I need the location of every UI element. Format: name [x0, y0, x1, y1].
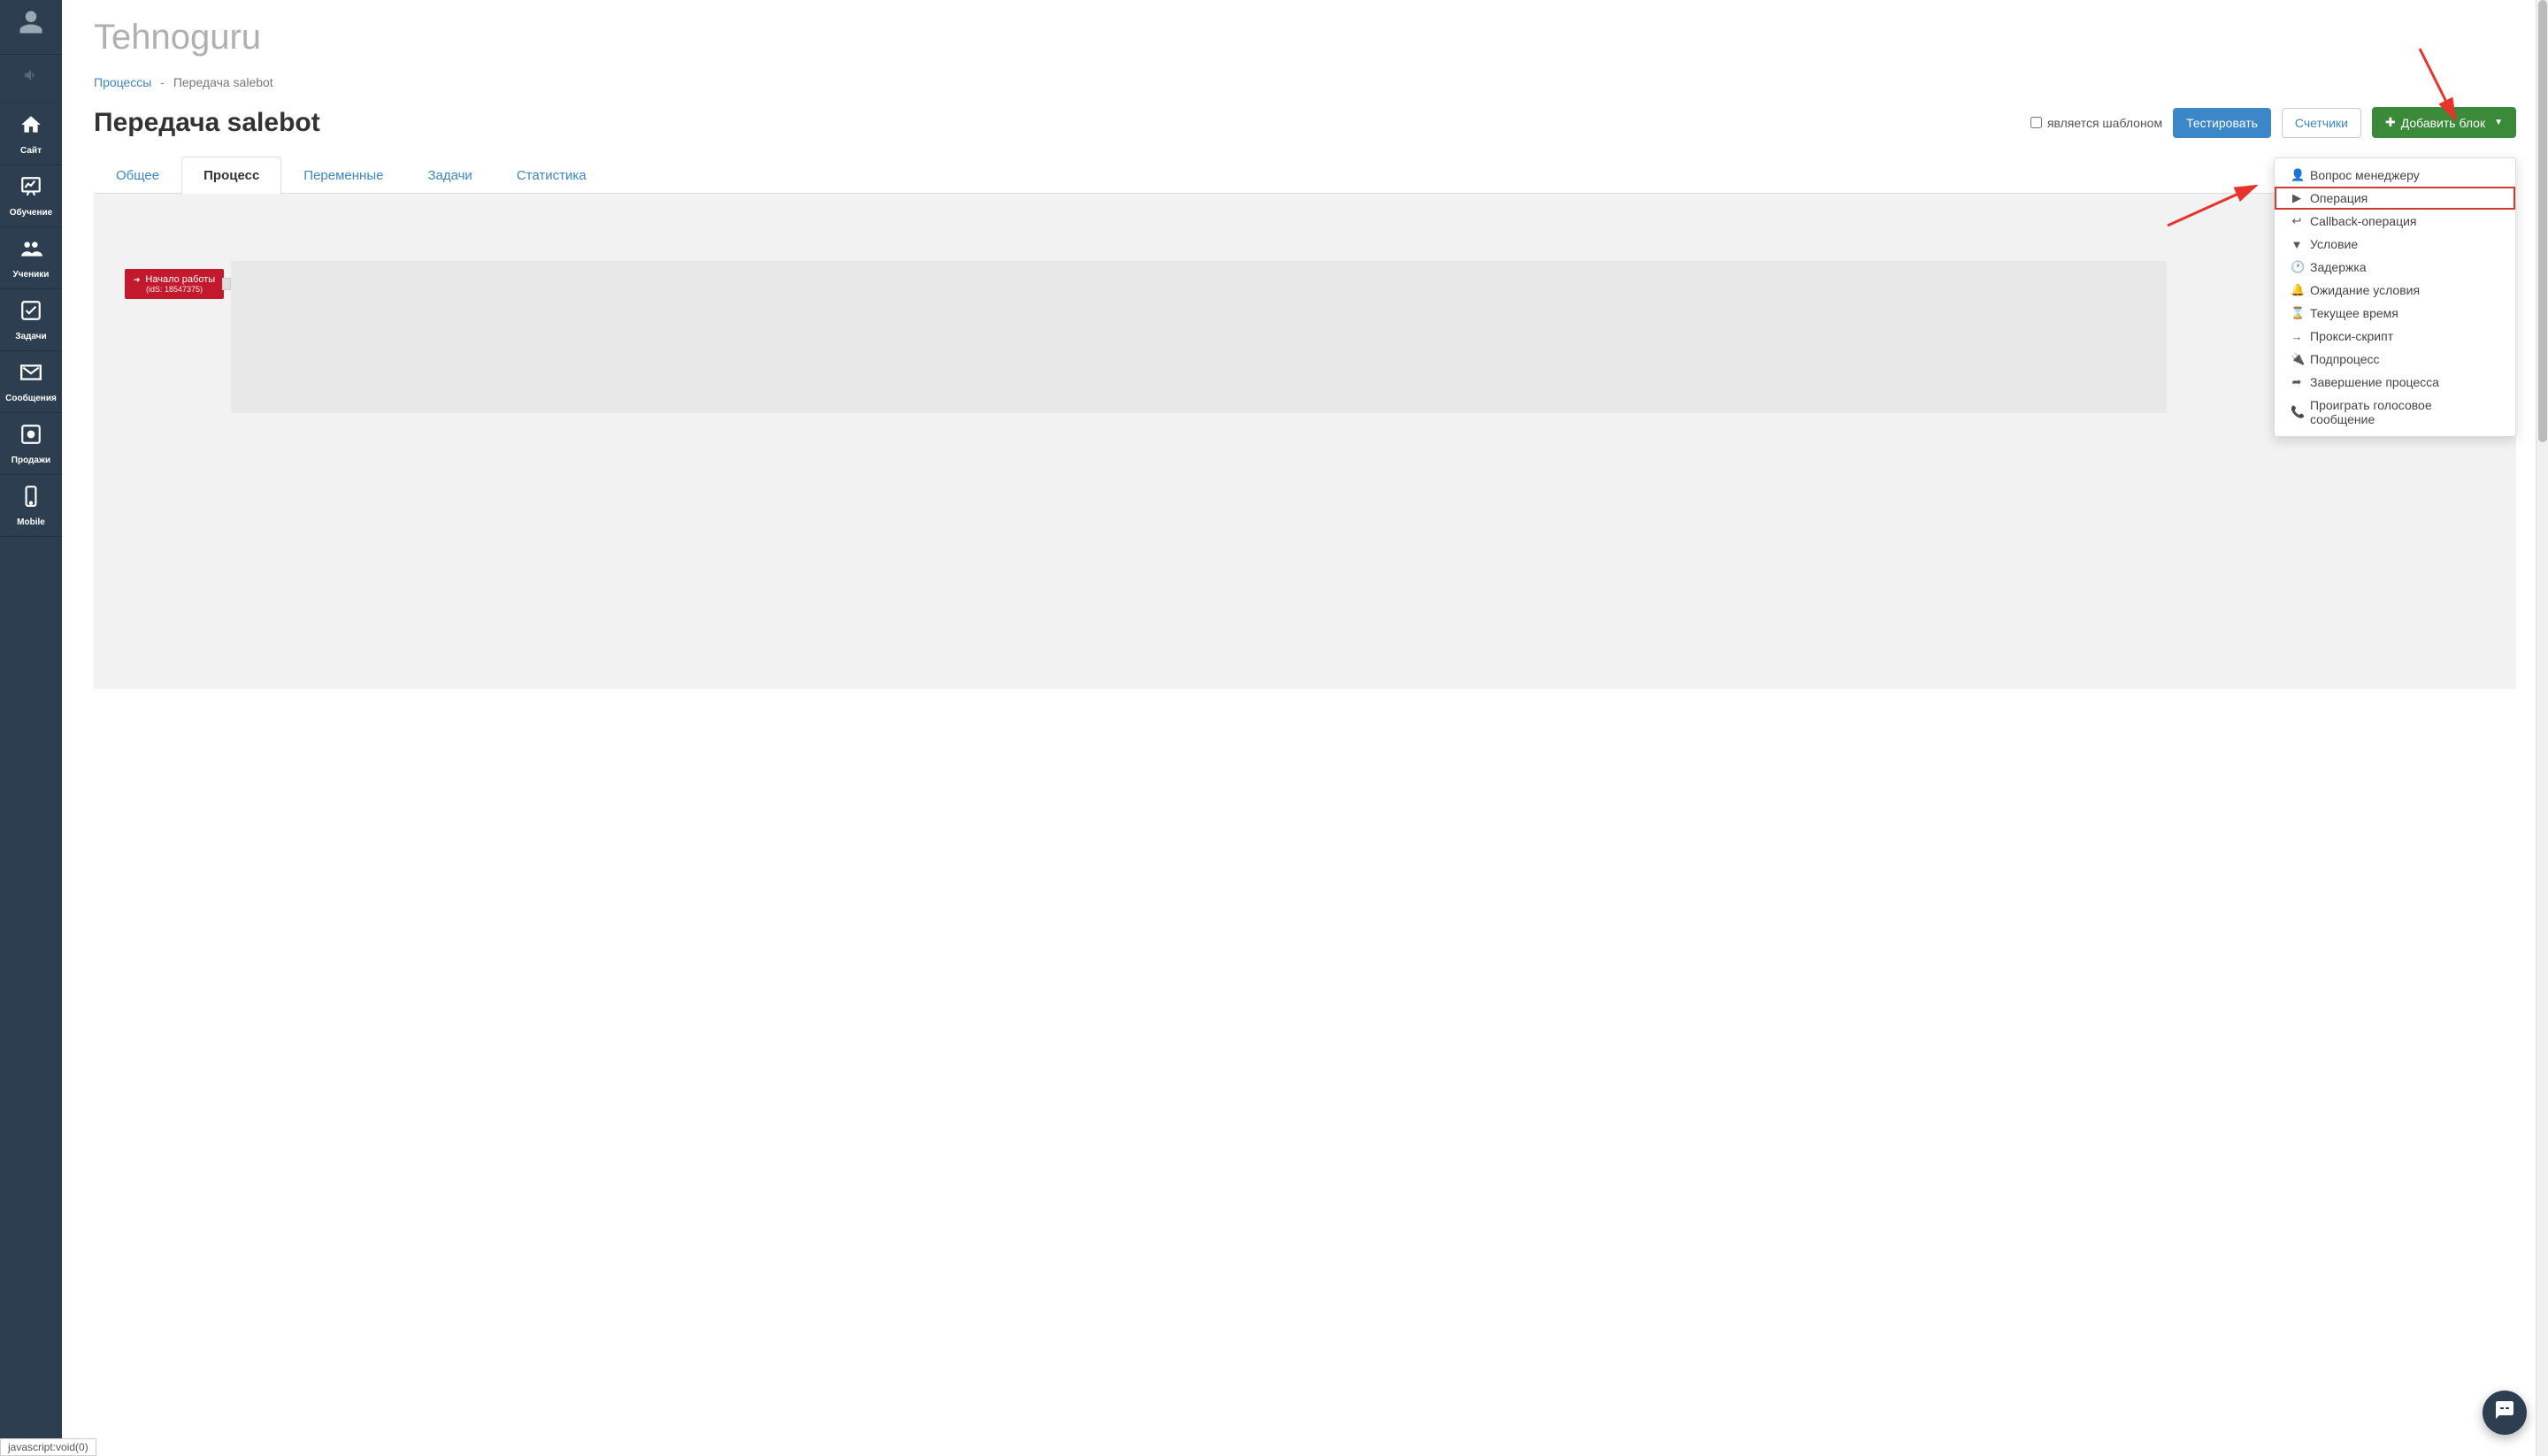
caret-down-icon: ▼: [2494, 118, 2503, 127]
tab-tasks[interactable]: Задачи: [405, 157, 494, 194]
sidebar-item-label: Продажи: [12, 456, 50, 465]
counters-button[interactable]: Счетчики: [2282, 108, 2361, 138]
bell-icon: 🔔: [2291, 283, 2303, 297]
login-arrow-icon: ➜: [134, 275, 141, 284]
house-icon: [19, 113, 42, 142]
chart-board-icon: [19, 175, 42, 204]
breadcrumb: Процессы - Передача salebot: [94, 75, 2516, 89]
sidebar-item-training[interactable]: Обучение: [0, 165, 62, 227]
play-icon: ▶: [2291, 191, 2303, 205]
dropdown-item-label: Задержка: [2310, 260, 2367, 274]
tab-process[interactable]: Процесс: [181, 157, 281, 194]
dropdown-item-label: Проиграть голосовое сообщение: [2310, 398, 2499, 426]
sidebar-item-site[interactable]: Сайт: [0, 103, 62, 165]
template-checkbox-wrap[interactable]: является шаблоном: [2030, 116, 2162, 130]
reply-icon: ↩: [2291, 214, 2303, 228]
sign-out-icon: ➦: [2291, 375, 2303, 389]
app-title: Tehnoguru: [94, 18, 2516, 57]
test-button[interactable]: Тестировать: [2173, 108, 2271, 138]
dropdown-item-callback[interactable]: ↩ Callback-операция: [2275, 210, 2515, 233]
breadcrumb-root[interactable]: Процессы: [94, 75, 151, 89]
phone-handset-icon: 📞: [2291, 405, 2303, 419]
sidebar-item-label: Mobile: [17, 517, 45, 527]
arrow-right-icon: →: [2291, 330, 2303, 343]
dropdown-item-label: Ожидание условия: [2310, 283, 2420, 297]
tab-general[interactable]: Общее: [94, 157, 181, 194]
dropdown-item-label: Вопрос менеджеру: [2310, 168, 2420, 182]
add-block-label: Добавить блок: [2401, 116, 2485, 130]
page-header: Передача salebot является шаблоном Тести…: [94, 107, 2516, 138]
dropdown-item-condition[interactable]: ▼ Условие: [2275, 233, 2515, 256]
plus-icon: ✚: [2385, 115, 2396, 130]
sidebar-item-messages[interactable]: Сообщения: [0, 351, 62, 413]
plug-icon: 🔌: [2291, 352, 2303, 366]
dropdown-item-voice-message[interactable]: 📞 Проиграть голосовое сообщение: [2275, 394, 2515, 431]
user-icon: 👤: [2291, 168, 2303, 182]
sidebar-item-mobile[interactable]: Mobile: [0, 475, 62, 537]
main-content: Tehnoguru Процессы - Передача salebot Пе…: [62, 0, 2548, 1456]
tab-variables[interactable]: Переменные: [281, 157, 405, 194]
user-silhouette-icon: [18, 9, 44, 42]
process-node-id: (idS: 18547375): [132, 285, 217, 294]
header-actions: является шаблоном Тестировать Счетчики ✚…: [2030, 107, 2516, 138]
dropdown-item-subprocess[interactable]: 🔌 Подпроцесс: [2275, 348, 2515, 371]
speaker-muted-icon: [23, 65, 39, 89]
dropdown-item-manager-question[interactable]: 👤 Вопрос менеджеру: [2275, 164, 2515, 187]
sidebar: Сайт Обучение Ученики Задачи Сообщения П…: [0, 0, 62, 1456]
sidebar-item-label: Обучение: [10, 208, 53, 218]
dropdown-item-wait-condition[interactable]: 🔔 Ожидание условия: [2275, 279, 2515, 302]
dropdown-item-label: Текущее время: [2310, 306, 2398, 320]
people-icon: [19, 237, 42, 266]
sidebar-item-students[interactable]: Ученики: [0, 227, 62, 289]
clock-icon: 🕐: [2291, 260, 2303, 274]
process-node-title: Начало работы: [145, 274, 215, 285]
add-block-button[interactable]: ✚ Добавить блок ▼: [2372, 107, 2516, 138]
sidebar-item-label: Задачи: [15, 332, 46, 341]
dropdown-item-proxy-script[interactable]: → Прокси-скрипт: [2275, 325, 2515, 348]
dropdown-item-operation[interactable]: ▶ Операция: [2275, 187, 2515, 210]
sidebar-item-label: Сайт: [20, 146, 42, 156]
sidebar-item-sound[interactable]: [0, 55, 62, 103]
dropdown-item-label: Подпроцесс: [2310, 352, 2380, 366]
chat-icon: [2494, 1399, 2515, 1426]
template-checkbox-label: является шаблоном: [2047, 116, 2162, 130]
tabs: Общее Процесс Переменные Задачи Статисти…: [94, 156, 2516, 194]
page-title: Передача salebot: [94, 108, 320, 138]
filter-icon: ▼: [2291, 238, 2303, 251]
dropdown-item-label: Callback-операция: [2310, 214, 2417, 228]
process-canvas[interactable]: ➜ Начало работы (idS: 18547375): [94, 194, 2516, 689]
dropdown-item-label: Прокси-скрипт: [2310, 329, 2393, 343]
dropdown-item-end-process[interactable]: ➦ Завершение процесса: [2275, 371, 2515, 394]
status-bar: javascript:void(0): [0, 1438, 96, 1456]
chat-fab[interactable]: [2483, 1391, 2527, 1435]
dropdown-item-label: Операция: [2310, 191, 2368, 205]
sidebar-item-profile[interactable]: [0, 0, 62, 55]
vertical-scrollbar[interactable]: [2536, 0, 2548, 1456]
process-start-node[interactable]: ➜ Начало работы (idS: 18547375): [125, 269, 224, 299]
safe-icon: [19, 423, 42, 452]
breadcrumb-current: Передача salebot: [173, 75, 273, 89]
canvas-drop-area[interactable]: [231, 261, 2167, 413]
dropdown-item-delay[interactable]: 🕐 Задержка: [2275, 256, 2515, 279]
dropdown-item-label: Завершение процесса: [2310, 375, 2439, 389]
node-output-connector[interactable]: [222, 278, 231, 290]
phone-icon: [19, 485, 42, 514]
check-box-icon: [19, 299, 42, 328]
sidebar-item-label: Ученики: [13, 270, 50, 280]
dropdown-item-label: Условие: [2310, 237, 2358, 251]
template-checkbox[interactable]: [2030, 117, 2042, 128]
sidebar-item-sales[interactable]: Продажи: [0, 413, 62, 475]
add-block-dropdown: 👤 Вопрос менеджеру ▶ Операция ↩ Callback…: [2274, 157, 2516, 437]
envelope-icon: [19, 361, 42, 390]
breadcrumb-sep: -: [160, 75, 165, 89]
sidebar-item-label: Сообщения: [5, 394, 57, 403]
dropdown-item-current-time[interactable]: ⌛ Текущее время: [2275, 302, 2515, 325]
tab-statistics[interactable]: Статистика: [495, 157, 609, 194]
hourglass-icon: ⌛: [2291, 306, 2303, 320]
sidebar-item-tasks[interactable]: Задачи: [0, 289, 62, 351]
